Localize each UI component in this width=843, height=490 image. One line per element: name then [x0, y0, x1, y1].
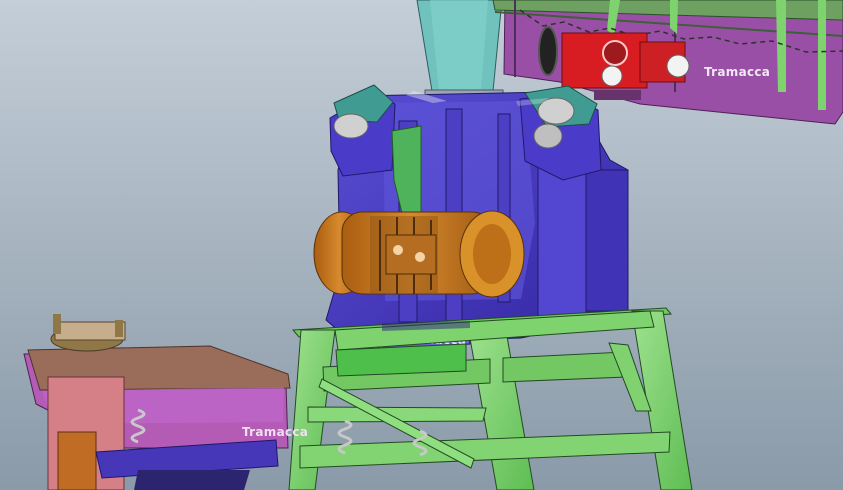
screen-brand-logo: Tramacca: [242, 425, 308, 439]
vibrator-motor: [313, 210, 525, 298]
machine-cad-illustration: Tramacca Tramacca: [0, 0, 843, 490]
feeder-brand-logo: Tramacca: [704, 65, 770, 79]
industrial-machine-render: Tramacca Tramacca: [0, 0, 843, 490]
